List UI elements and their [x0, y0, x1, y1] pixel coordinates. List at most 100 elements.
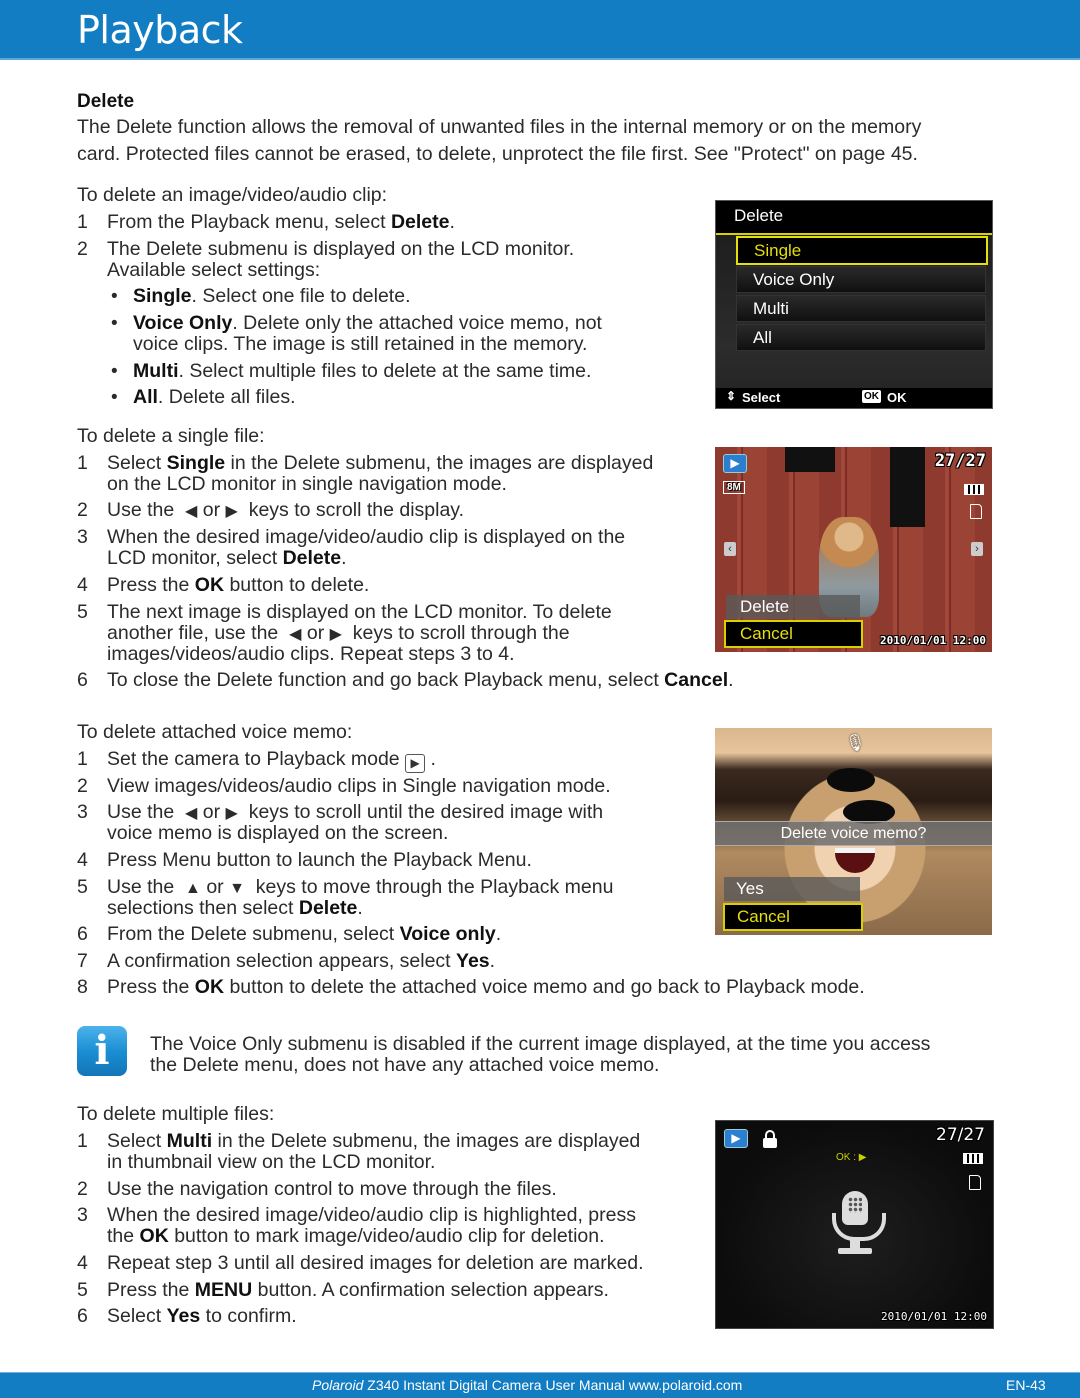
- step-number: 7: [77, 950, 88, 972]
- single-lead: To delete a single file:: [77, 425, 265, 447]
- menu-hint-bar: ⇕ Select OK OK: [716, 388, 992, 408]
- right-arrow-icon: ▶: [329, 626, 342, 643]
- step-number: 5: [77, 1279, 88, 1301]
- left-arrow-icon: ◀: [289, 626, 302, 643]
- single-step-3: When the desired image/video/audio clip …: [107, 526, 626, 548]
- step-number: 4: [77, 849, 88, 871]
- lcd-delete-menu-screenshot: Delete Single Voice Only Multi All ⇕ Sel…: [715, 200, 993, 409]
- bullet-multi: Multi. Select multiple files to delete a…: [133, 360, 592, 382]
- playback-mode-icon: ▶: [405, 754, 426, 773]
- step-number: 5: [77, 601, 88, 623]
- step-number: 5: [77, 876, 88, 898]
- multi-step-2: Use the navigation control to move throu…: [107, 1178, 557, 1200]
- ok-button-icon: OK: [862, 390, 881, 403]
- clip-step-1: From the Playback menu, select Delete.: [107, 211, 455, 233]
- multi-step-3-line2: the OK button to mark image/video/audio …: [107, 1225, 605, 1247]
- menu-title-bar: Delete: [716, 201, 992, 235]
- single-step-6: To close the Delete function and go back…: [107, 669, 734, 691]
- bullet-single: Single. Select one file to delete.: [133, 285, 411, 307]
- bullet: •: [111, 286, 118, 307]
- voice-step-3-line2: voice memo is displayed on the screen.: [107, 822, 449, 844]
- image-counter: 27/27: [936, 1125, 985, 1145]
- voice-step-4: Press Menu button to launch the Playback…: [107, 849, 532, 871]
- step-number: 2: [77, 238, 88, 260]
- ok-play-hint: OK : ▶: [836, 1152, 867, 1163]
- intro-text-line1: The Delete function allows the removal o…: [77, 116, 922, 138]
- step-number: 2: [77, 775, 88, 797]
- overlay-option-yes: Yes: [724, 877, 860, 901]
- menu-option-all: All: [736, 324, 986, 351]
- voice-step-3: Use the ◀ or ▶ keys to scroll until the …: [107, 801, 604, 823]
- overlay-option-cancel: Cancel: [723, 903, 863, 931]
- image-counter: 27/27: [934, 451, 986, 471]
- left-nav-icon: ‹: [724, 542, 736, 556]
- right-arrow-icon: ▶: [225, 503, 238, 520]
- overlay-option-cancel: Cancel: [724, 620, 863, 648]
- lock-icon: [763, 1130, 777, 1148]
- up-down-arrows-icon: ⇕: [726, 389, 737, 403]
- step-number: 3: [77, 801, 88, 823]
- memory-card-icon: [969, 1175, 981, 1190]
- note-line2: the Delete menu, does not have any attac…: [150, 1054, 660, 1076]
- left-arrow-icon: ◀: [185, 805, 198, 822]
- lcd-voice-memo-screenshot: 🎙 Delete voice memo? Yes Cancel: [715, 728, 992, 935]
- right-arrow-icon: ▶: [225, 805, 238, 822]
- bullet: •: [111, 313, 118, 334]
- bullet-voice-only: Voice Only. Delete only the attached voi…: [133, 312, 602, 334]
- multi-step-4: Repeat step 3 until all desired images f…: [107, 1252, 644, 1274]
- multi-step-1: Select Multi in the Delete submenu, the …: [107, 1130, 641, 1152]
- fence-gap: [785, 447, 835, 472]
- step-number: 6: [77, 923, 88, 945]
- multi-lead: To delete multiple files:: [77, 1103, 275, 1125]
- voice-step-5-line2: selections then select Delete.: [107, 897, 363, 919]
- voice-lead: To delete attached voice memo:: [77, 721, 353, 743]
- info-icon: i: [77, 1026, 127, 1076]
- multi-step-1-line2: in thumbnail view on the LCD monitor.: [107, 1151, 436, 1173]
- hint-select: Select: [742, 390, 781, 405]
- multi-step-3: When the desired image/video/audio clip …: [107, 1204, 636, 1226]
- bullet: •: [111, 361, 118, 382]
- voice-step-8: Press the OK button to delete the attach…: [107, 976, 865, 998]
- menu-option-single: Single: [736, 236, 988, 265]
- hint-ok: OK: [887, 390, 907, 405]
- bullet: •: [111, 387, 118, 408]
- footer-text: Polaroid Z340 Instant Digital Camera Use…: [312, 1377, 743, 1393]
- step-number: 6: [77, 1305, 88, 1327]
- step-number: 2: [77, 499, 88, 521]
- step-number: 8: [77, 976, 88, 998]
- step-number: 3: [77, 1204, 88, 1226]
- intro-text-line2: card. Protected files cannot be erased, …: [77, 143, 918, 165]
- clip-step-2-line2: Available select settings:: [107, 259, 321, 281]
- step-number: 4: [77, 1252, 88, 1274]
- step-number: 1: [77, 1130, 88, 1152]
- playback-mode-icon: ▶: [724, 1129, 748, 1148]
- lcd-single-view-screenshot: ▶ 8M 27/27 ‹ › Delete Cancel 2010/01/01 …: [715, 447, 992, 652]
- memory-card-icon: [970, 504, 982, 519]
- battery-icon: [964, 484, 984, 495]
- single-step-4: Press the OK button to delete.: [107, 574, 370, 596]
- voice-step-5: Use the ▲ or ▼ keys to move through the …: [107, 876, 614, 898]
- clip-step-2-line1: The Delete submenu is displayed on the L…: [107, 238, 575, 260]
- bullet-all: All. Delete all files.: [133, 386, 296, 408]
- single-step-5-line2: another file, use the ◀ or ▶ keys to scr…: [107, 622, 570, 644]
- page-header: Playback: [0, 0, 1080, 60]
- bullet-voice-only-line2: voice clips. The image is still retained…: [133, 333, 588, 355]
- page-footer: Polaroid Z340 Instant Digital Camera Use…: [0, 1372, 1080, 1398]
- menu-option-multi: Multi: [736, 295, 986, 322]
- datetime-stamp: 2010/01/01 12:00: [880, 634, 986, 647]
- step-number: 3: [77, 526, 88, 548]
- single-step-5: The next image is displayed on the LCD m…: [107, 601, 612, 623]
- single-step-1-line2: on the LCD monitor in single navigation …: [107, 473, 507, 495]
- step-number: 1: [77, 748, 88, 770]
- clip-lead: To delete an image/video/audio clip:: [77, 184, 388, 206]
- multi-step-5: Press the MENU button. A confirmation se…: [107, 1279, 609, 1301]
- down-arrow-icon: ▼: [229, 880, 245, 897]
- single-step-5-line3: images/videos/audio clips. Repeat steps …: [107, 643, 515, 665]
- datetime-stamp: 2010/01/01 12:00: [881, 1310, 987, 1323]
- step-number: 1: [77, 452, 88, 474]
- page-number: EN-43: [1006, 1377, 1046, 1393]
- voice-step-2: View images/videos/audio clips in Single…: [107, 775, 611, 797]
- voice-memo-prompt: Delete voice memo?: [715, 821, 992, 846]
- right-nav-icon: ›: [971, 542, 983, 556]
- menu-option-voice-only: Voice Only: [736, 266, 986, 293]
